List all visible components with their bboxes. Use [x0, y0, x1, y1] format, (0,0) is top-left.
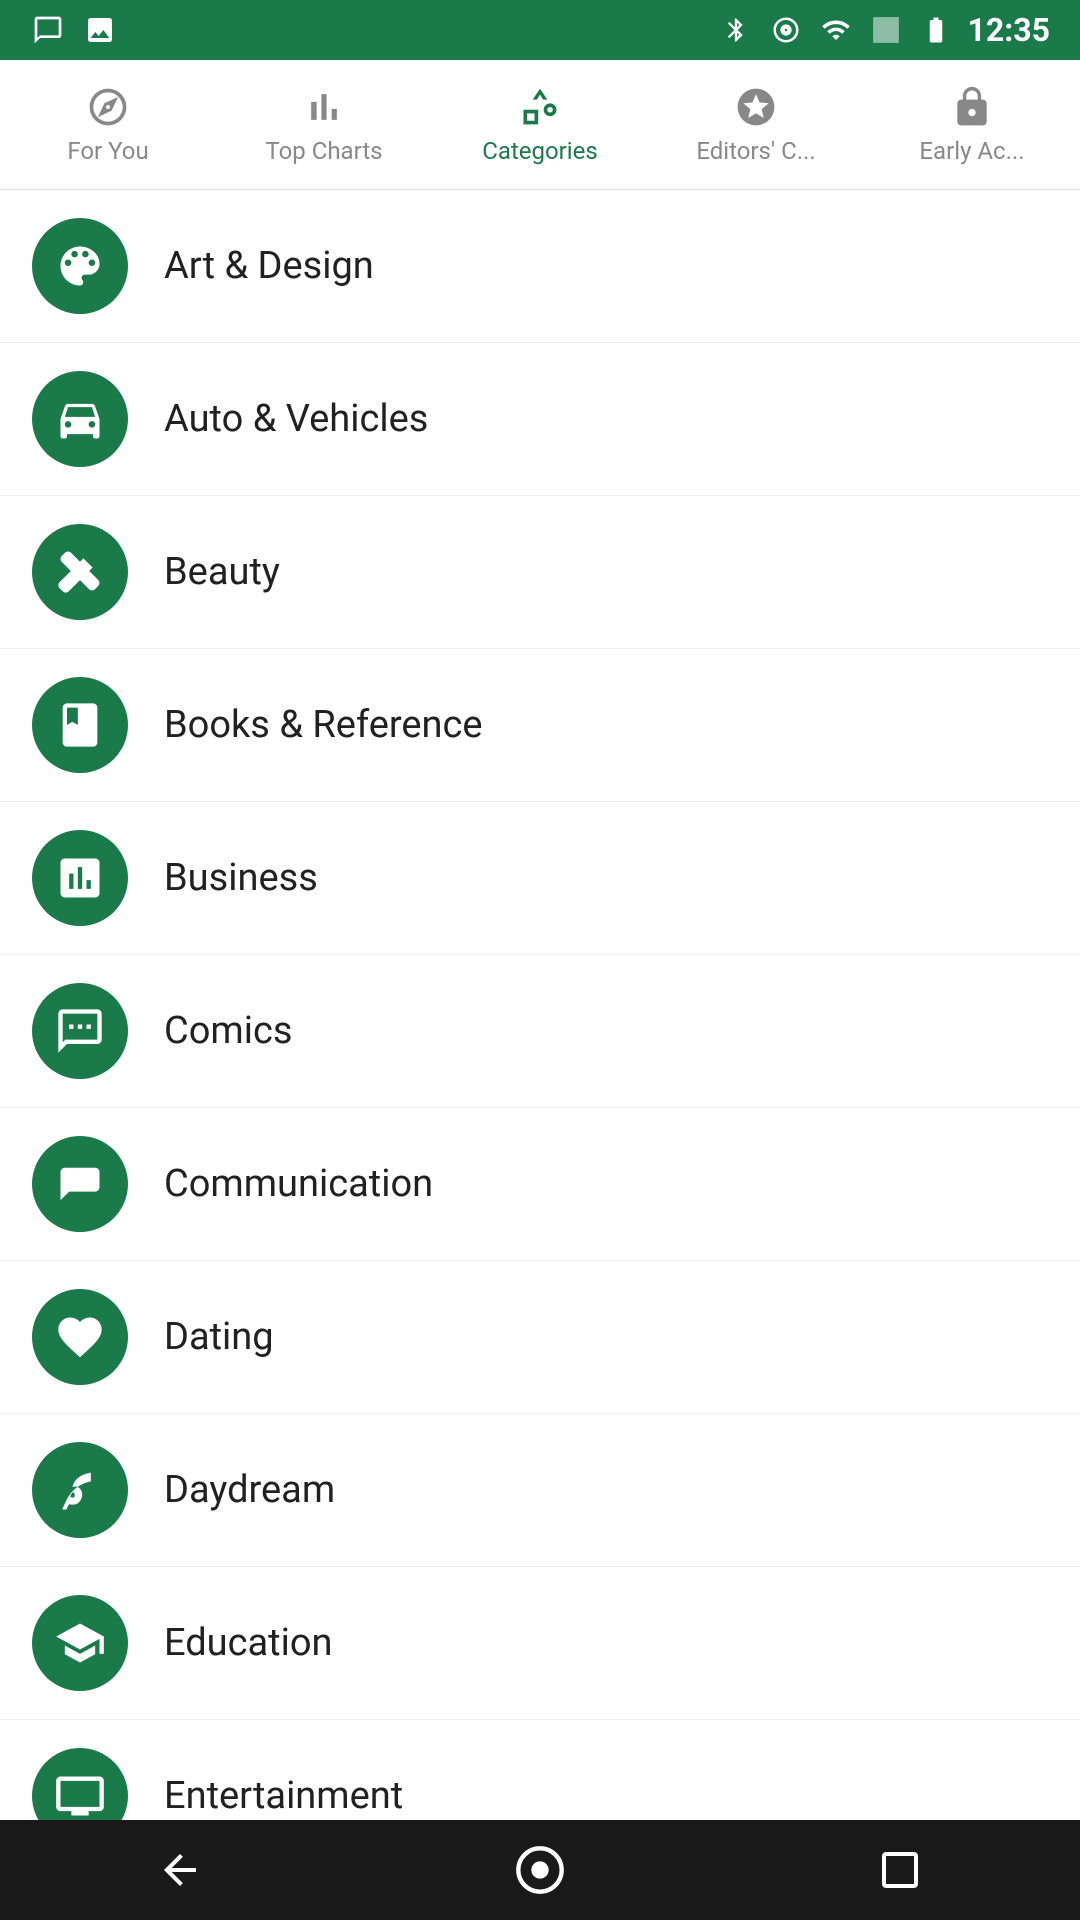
category-item-communication[interactable]: Communication — [0, 1108, 1080, 1261]
category-list: Art & Design Auto & Vehicles Beauty Book… — [0, 190, 1080, 1873]
chat-icon — [30, 12, 66, 48]
category-item-books-reference[interactable]: Books & Reference — [0, 649, 1080, 802]
beauty-icon-circle — [32, 524, 128, 620]
recents-button[interactable] — [860, 1830, 940, 1910]
back-button[interactable] — [140, 1830, 220, 1910]
tab-early-label: Early Ac... — [919, 137, 1024, 165]
status-bar-left — [30, 12, 118, 48]
comics-icon-circle — [32, 983, 128, 1079]
shapes-icon — [518, 85, 562, 129]
category-name-dating: Dating — [164, 1315, 274, 1359]
status-bar: 12:35 — [0, 0, 1080, 60]
time-display: 12:35 — [968, 11, 1050, 49]
category-name-comics: Comics — [164, 1009, 292, 1053]
wifi-icon — [818, 12, 854, 48]
tab-top-charts-label: Top Charts — [265, 137, 382, 165]
dating-icon-circle — [32, 1289, 128, 1385]
education-icon-circle — [32, 1595, 128, 1691]
bluetooth-icon — [718, 12, 754, 48]
star-badge-icon — [734, 85, 778, 129]
category-name-education: Education — [164, 1621, 333, 1665]
category-name-business: Business — [164, 856, 318, 900]
business-icon-circle — [32, 830, 128, 926]
category-item-business[interactable]: Business — [0, 802, 1080, 955]
category-name-daydream: Daydream — [164, 1468, 335, 1512]
category-item-education[interactable]: Education — [0, 1567, 1080, 1720]
tab-categories[interactable]: Categories — [432, 60, 648, 189]
tab-top-charts[interactable]: Top Charts — [216, 60, 432, 189]
target-icon — [768, 12, 804, 48]
tab-editors-choice[interactable]: Editors' C... — [648, 60, 864, 189]
category-item-auto-vehicles[interactable]: Auto & Vehicles — [0, 343, 1080, 496]
category-name-entertainment: Entertainment — [164, 1774, 403, 1818]
category-name-books-reference: Books & Reference — [164, 703, 483, 747]
compass-icon — [86, 85, 130, 129]
category-item-daydream[interactable]: Daydream — [0, 1414, 1080, 1567]
category-name-beauty: Beauty — [164, 550, 280, 594]
communication-icon-circle — [32, 1136, 128, 1232]
battery-icon — [918, 12, 954, 48]
bottom-nav-bar — [0, 1820, 1080, 1920]
category-item-dating[interactable]: Dating — [0, 1261, 1080, 1414]
image-icon — [82, 12, 118, 48]
lock-icon — [950, 85, 994, 129]
status-bar-right: 12:35 — [718, 11, 1050, 49]
category-name-communication: Communication — [164, 1162, 433, 1206]
books-icon-circle — [32, 677, 128, 773]
tab-for-you[interactable]: For You — [0, 60, 216, 189]
auto-vehicles-icon-circle — [32, 371, 128, 467]
home-button[interactable] — [500, 1830, 580, 1910]
tab-editors-label: Editors' C... — [696, 137, 815, 165]
tab-categories-label: Categories — [482, 137, 598, 165]
nav-tabs: For You Top Charts Categories Editors' C… — [0, 60, 1080, 190]
daydream-icon-circle — [32, 1442, 128, 1538]
tab-early-access[interactable]: Early Ac... — [864, 60, 1080, 189]
tab-for-you-label: For You — [67, 137, 148, 165]
category-name-art-design: Art & Design — [164, 244, 374, 288]
art-design-icon-circle — [32, 218, 128, 314]
bar-chart-icon — [302, 85, 346, 129]
signal-icon — [868, 12, 904, 48]
category-item-comics[interactable]: Comics — [0, 955, 1080, 1108]
category-item-beauty[interactable]: Beauty — [0, 496, 1080, 649]
category-name-auto-vehicles: Auto & Vehicles — [164, 397, 428, 441]
category-item-art-design[interactable]: Art & Design — [0, 190, 1080, 343]
